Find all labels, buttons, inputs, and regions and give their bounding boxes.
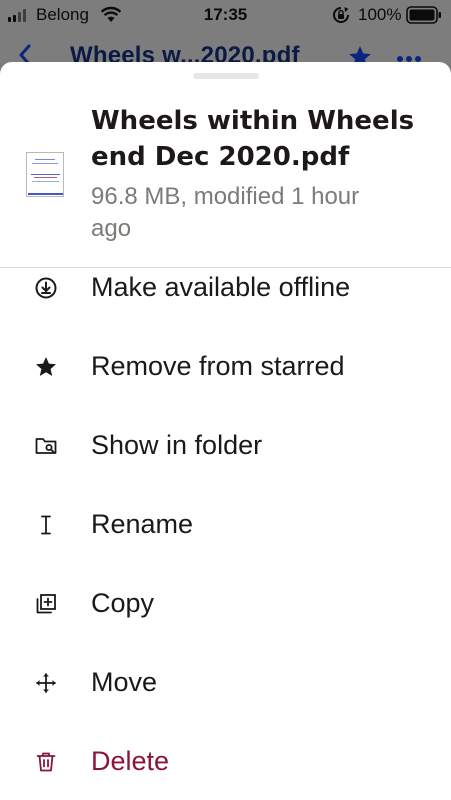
show-in-folder-button[interactable]: Show in folder bbox=[0, 406, 451, 484]
rename-button[interactable]: Rename bbox=[0, 485, 451, 563]
file-meta: 96.8 MB, modified 1 hour ago bbox=[91, 183, 360, 242]
copy-icon bbox=[36, 594, 56, 614]
menu-item-label: Make available offline bbox=[91, 272, 351, 302]
file-actions-sheet: Wheels within Wheels end Dec 2020.pdf 96… bbox=[0, 62, 451, 800]
pdf-thumbnail bbox=[26, 152, 64, 197]
sheet-grabber[interactable] bbox=[193, 73, 259, 79]
file-name: Wheels within Wheels end Dec 2020.pdf bbox=[91, 106, 415, 172]
remove-from-starred-button[interactable]: Remove from starred bbox=[0, 327, 451, 405]
battery-icon bbox=[406, 6, 441, 24]
menu-item-label: Move bbox=[91, 667, 158, 697]
delete-button[interactable]: Delete bbox=[0, 722, 451, 800]
nav-title: Wheels w...2020.pdf bbox=[70, 42, 300, 64]
trash-icon bbox=[36, 752, 56, 772]
menu-item-label: Remove from starred bbox=[91, 351, 345, 381]
chevron-left-icon[interactable] bbox=[18, 44, 32, 64]
nav-bar: Wheels w...2020.pdf bbox=[0, 30, 451, 64]
menu-item-label: Copy bbox=[91, 588, 155, 618]
move-button[interactable]: Move bbox=[0, 643, 451, 721]
copy-button[interactable]: Copy bbox=[0, 564, 451, 642]
menu-item-label: Delete bbox=[91, 746, 170, 776]
menu-item-label: Show in folder bbox=[91, 430, 263, 460]
star-icon[interactable] bbox=[347, 44, 373, 64]
text-cursor-icon bbox=[41, 515, 51, 535]
menu-item-label: Rename bbox=[91, 509, 194, 539]
star-icon bbox=[36, 357, 56, 376]
move-icon bbox=[36, 673, 56, 693]
status-bar: Belong 17:35 100% bbox=[0, 0, 451, 30]
rotation-lock-icon bbox=[333, 7, 349, 23]
download-circle-icon bbox=[35, 277, 57, 299]
make-available-offline-button[interactable]: Make available offline bbox=[0, 248, 451, 326]
folder-search-icon bbox=[35, 438, 57, 454]
battery-percent: 100% bbox=[358, 5, 402, 24]
